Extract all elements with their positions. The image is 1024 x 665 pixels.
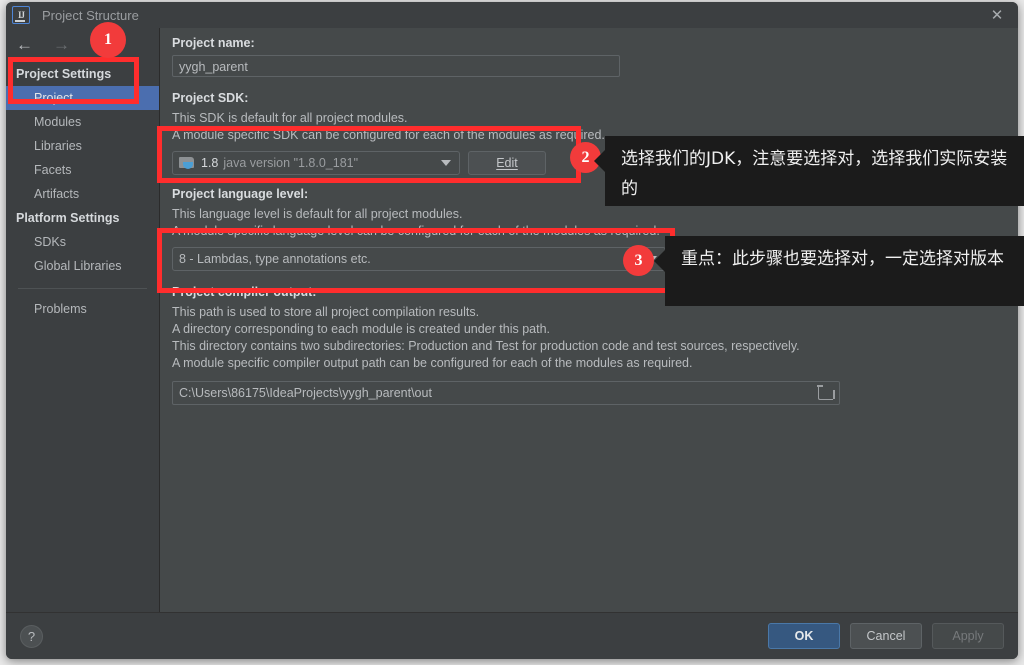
project-settings-panel: Project name: yygh_parent Project SDK: T…: [160, 28, 1018, 612]
compiler-output-desc-line2: A directory corresponding to each module…: [172, 322, 550, 336]
sidebar-item-artifacts[interactable]: Artifacts: [6, 182, 159, 206]
folder-browse-icon[interactable]: [817, 385, 835, 400]
edit-sdk-button[interactable]: Edit: [468, 151, 546, 175]
project-sdk-desc-line1: This SDK is default for all project modu…: [172, 111, 408, 125]
project-name-label: Project name:: [172, 36, 255, 50]
project-sdk-dropdown[interactable]: 1.8 java version "1.8.0_181": [172, 151, 460, 175]
compiler-output-desc-line4: A module specific compiler output path c…: [172, 356, 693, 370]
tooltip-beak-icon: [594, 150, 605, 172]
close-icon[interactable]: ✕: [986, 6, 1008, 26]
sidebar-item-modules[interactable]: Modules: [6, 110, 159, 134]
apply-button: Apply: [932, 623, 1004, 649]
project-sdk-description: java version "1.8.0_181": [223, 156, 359, 170]
compiler-output-path-input[interactable]: C:\Users\86175\IdeaProjects\yygh_parent\…: [172, 381, 840, 405]
project-structure-dialog: IJ Project Structure ✕ ← → Project Setti…: [6, 2, 1018, 659]
sidebar-divider: [18, 288, 147, 289]
intellij-idea-icon: IJ: [12, 6, 30, 24]
compiler-output-path-value: C:\Users\86175\IdeaProjects\yygh_parent\…: [179, 386, 432, 400]
screenshot-root: IJ Project Structure ✕ ← → Project Setti…: [0, 0, 1024, 665]
back-arrow-icon[interactable]: ←: [16, 36, 33, 53]
language-level-value: 8 - Lambdas, type annotations etc.: [179, 252, 371, 266]
sidebar-item-problems[interactable]: Problems: [6, 297, 159, 321]
annotation-badge-3-number: 3: [634, 251, 643, 269]
sidebar-nav-arrows: ← →: [6, 28, 159, 60]
annotation-badge-1-number: 1: [104, 31, 112, 48]
sidebar-item-libraries[interactable]: Libraries: [6, 134, 159, 158]
sidebar-item-facets[interactable]: Facets: [6, 158, 159, 182]
sidebar-group-platform-settings: Platform Settings: [16, 211, 120, 225]
sidebar-group-project-settings: Project Settings: [16, 67, 112, 81]
forward-arrow-icon[interactable]: →: [53, 36, 70, 53]
java-sdk-icon: [179, 156, 195, 170]
dialog-titlebar: IJ Project Structure ✕: [6, 2, 1018, 28]
chevron-down-icon[interactable]: [441, 160, 451, 166]
annotation-badge-2-number: 2: [581, 148, 590, 166]
sidebar-item-project[interactable]: Project: [6, 86, 159, 110]
settings-sidebar: ← → Project Settings Project Modules Lib…: [6, 28, 160, 612]
annotation-tooltip-language-level-text: 重点：此步骤也要选择对，一定选择对版本: [681, 249, 1004, 269]
compiler-output-desc-line3: This directory contains two subdirectori…: [172, 339, 800, 353]
dialog-footer: ? OK Cancel Apply: [6, 612, 1018, 659]
project-sdk-version: 1.8: [201, 156, 219, 170]
edit-sdk-button-label: Edit: [496, 156, 518, 170]
sidebar-nav-list: Project Settings Project Modules Librari…: [6, 60, 159, 321]
tooltip-beak-icon: [654, 250, 665, 272]
compiler-output-desc-line1: This path is used to store all project c…: [172, 305, 480, 319]
sidebar-item-sdks[interactable]: SDKs: [6, 230, 159, 254]
project-sdk-label: Project SDK:: [172, 91, 249, 105]
annotation-tooltip-jdk-text: 选择我们的JDK，注意要选择对，选择我们实际安装的: [621, 149, 1008, 199]
language-level-dropdown[interactable]: 8 - Lambdas, type annotations etc.: [172, 247, 666, 271]
ok-button[interactable]: OK: [768, 623, 840, 649]
annotation-tooltip-jdk: 选择我们的JDK，注意要选择对，选择我们实际安装的: [594, 136, 1024, 206]
annotation-tooltip-language-level: 重点：此步骤也要选择对，一定选择对版本: [654, 236, 1024, 306]
cancel-button[interactable]: Cancel: [850, 623, 922, 649]
help-question-icon[interactable]: ?: [20, 624, 43, 648]
sidebar-item-global-libraries[interactable]: Global Libraries: [6, 254, 159, 278]
annotation-badge-3: 3: [623, 245, 654, 276]
annotation-badge-1: 1: [90, 22, 126, 58]
language-level-desc-line1: This language level is default for all p…: [172, 207, 463, 221]
project-name-input[interactable]: yygh_parent: [172, 55, 620, 77]
dialog-title: Project Structure: [42, 7, 139, 23]
